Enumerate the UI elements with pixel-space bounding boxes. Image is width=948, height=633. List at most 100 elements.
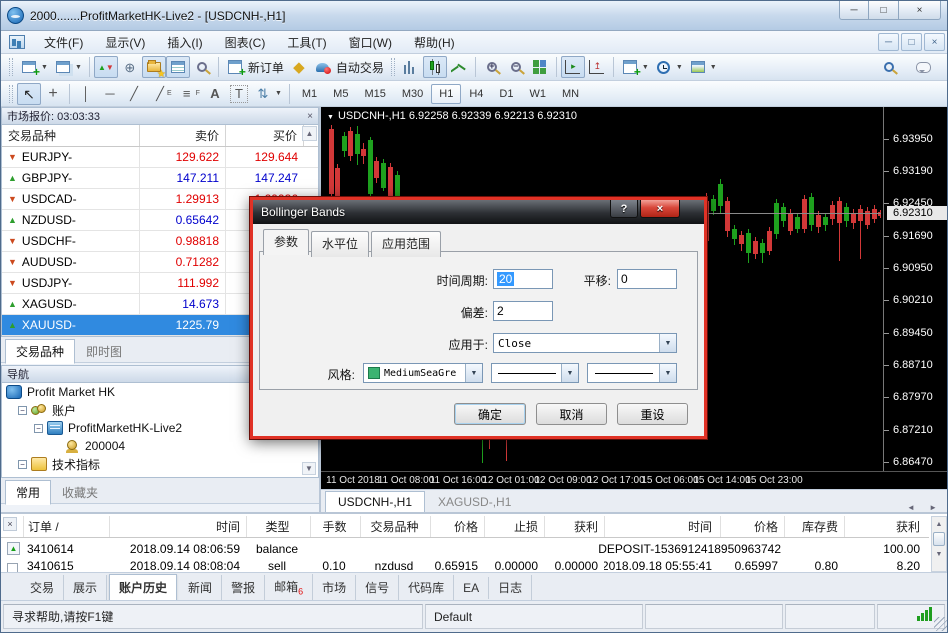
search-button[interactable] [877,56,901,78]
timeframe-m15[interactable]: M15 [356,84,393,104]
autotrading-button[interactable]: 自动交易 [311,56,387,78]
price-scale[interactable]: 6.92310 6.939506.931906.924506.916906.90… [883,107,948,471]
close-button[interactable]: × [899,1,941,20]
menu-item-h[interactable]: 帮助(H) [403,31,466,54]
cursor-tool[interactable]: ↖ [17,83,41,105]
timeframe-h1[interactable]: H1 [431,84,461,104]
auto-scroll-button[interactable]: ▸ [561,56,585,78]
data-window-button[interactable]: ⊕ [118,56,142,78]
chart-shift-button[interactable]: ↥ [585,56,609,78]
status-profile[interactable]: Default [425,604,643,629]
bar-chart-button[interactable] [399,56,423,78]
tree-expander-icon[interactable]: − [18,460,27,469]
new-order-button[interactable]: +新订单 [223,56,287,78]
shift-input[interactable]: 0 [617,269,677,289]
candlestick-chart-button[interactable] [423,56,447,78]
terminal-tab-[interactable]: 交易 [21,575,64,600]
dropdown-caret-icon[interactable]: ▼ [659,334,676,352]
period-input[interactable]: 20 [493,269,553,289]
dialog-tab-2[interactable]: 应用范围 [371,231,441,257]
style-color-select[interactable]: MediumSeaGre ▼ [363,363,483,383]
menu-item-v[interactable]: 显示(V) [94,31,156,54]
navigator-tab-0[interactable]: 常用 [5,480,51,505]
market-watch-toggle[interactable]: ▲▼ [94,56,118,78]
channel-tool[interactable]: ╱E [146,83,175,105]
apply-to-select[interactable]: Close ▼ [493,333,677,353]
templates-button[interactable]: ▼ [686,56,720,78]
toolbar-grip[interactable] [391,58,395,76]
chart-tab-xagusdh1[interactable]: XAGUSD-,H1 [425,491,524,512]
mdi-minimize-button[interactable]: ─ [878,33,899,51]
terminal-tab-[interactable]: 市场 [313,575,356,600]
menu-item-w[interactable]: 窗口(W) [338,31,403,54]
market-watch-scroll-up[interactable]: ▲ [302,126,317,141]
terminal-row-balance[interactable]: ▲ 34106142018.09.14 08:06:59balanceDEPOS… [1,538,929,560]
cancel-button[interactable]: 取消 [536,403,607,425]
scroll-up-icon[interactable]: ▲ [932,517,946,531]
timeframe-m1[interactable]: M1 [294,84,325,104]
metaeditor-button[interactable]: ◆ [287,56,311,78]
terminal-tab-[interactable]: 展示 [64,575,107,600]
terminal-toggle[interactable] [166,56,190,78]
terminal-tab-[interactable]: 代码库 [399,575,454,600]
terminal-tab-EA[interactable]: EA [454,577,489,599]
navigator-item-[interactable]: −技术指标 [2,455,318,473]
zoom-in-button[interactable]: + [480,56,504,78]
chart-tab-usdcnhh1[interactable]: USDCNH-,H1 [325,491,425,512]
maximize-button[interactable]: □ [869,1,899,20]
timeframe-m5[interactable]: M5 [325,84,356,104]
dialog-tab-1[interactable]: 水平位 [311,231,369,257]
terminal-tab-[interactable]: 账户历史 [109,574,177,601]
dropdown-caret-icon[interactable]: ▼ [561,364,578,382]
profiles-button[interactable]: ▼ [51,56,85,78]
arrows-tool[interactable]: ⇅▼ [251,83,285,105]
chat-button[interactable] [911,56,935,78]
market-watch-tab-1[interactable]: 即时图 [75,339,133,364]
horizontal-line-tool[interactable]: ─ [98,83,122,105]
chart-tab-scroll-arrows[interactable]: ◄ ► [907,503,947,512]
tree-expander-icon[interactable]: − [34,424,43,433]
line-chart-button[interactable] [447,56,471,78]
market-watch-row-gbpjpy[interactable]: ▲GBPJPY-147.211147.247 [2,168,318,189]
crosshair-tool[interactable]: + [41,83,65,105]
dialog-close-button[interactable]: × [640,200,680,218]
terminal-tab-[interactable]: 新闻 [179,575,222,600]
vertical-line-tool[interactable]: │ [74,83,98,105]
navigator-toggle[interactable]: ★ [142,56,166,78]
terminal-tab-[interactable]: 警报 [222,575,265,600]
toolbar-grip[interactable] [9,58,13,76]
indicators-button[interactable]: +▼ [618,56,652,78]
timeframe-d1[interactable]: D1 [491,84,521,104]
time-axis[interactable]: 11 Oct 201811 Oct 08:0011 Oct 16:0012 Oc… [321,471,948,489]
new-chart-button[interactable]: +▼ [17,56,51,78]
tree-expander-icon[interactable]: − [18,406,27,415]
toolbar-grip[interactable] [9,85,13,103]
ok-button[interactable]: 确定 [454,403,526,425]
terminal-tab-[interactable]: 信号 [356,575,399,600]
timeframe-w1[interactable]: W1 [521,84,554,104]
market-watch-close-icon[interactable]: × [307,111,313,122]
dropdown-caret-icon[interactable]: ▼ [659,364,676,382]
menu-item-f[interactable]: 文件(F) [33,31,94,54]
deviation-input[interactable]: 2 [493,301,553,321]
navigator-item-200004[interactable]: 200004 [2,437,318,455]
periods-button[interactable]: ▼ [652,56,686,78]
dialog-tab-0[interactable]: 参数 [263,229,309,255]
mdi-close-button[interactable]: × [924,33,945,51]
trendline-tool[interactable]: ╱ [122,83,146,105]
tile-windows-button[interactable] [528,56,552,78]
fibonacci-tool[interactable]: ≡F [175,83,203,105]
menu-item-c[interactable]: 图表(C) [214,31,277,54]
minimize-button[interactable]: ─ [839,1,869,20]
dialog-help-button[interactable]: ? [610,200,638,218]
dropdown-caret-icon[interactable]: ▼ [465,364,482,382]
timeframe-h4[interactable]: H4 [461,84,491,104]
text-label-tool[interactable]: T [227,83,251,105]
chart-window-icon[interactable] [9,35,25,49]
scroll-down-icon[interactable]: ▼ [932,547,946,561]
terminal-scrollbar[interactable]: ▲ ▼ [931,516,947,572]
reset-button[interactable]: 重设 [617,403,688,425]
terminal-tab-[interactable]: 日志 [489,575,532,600]
mdi-restore-button[interactable]: □ [901,33,922,51]
zoom-out-button[interactable]: − [504,56,528,78]
